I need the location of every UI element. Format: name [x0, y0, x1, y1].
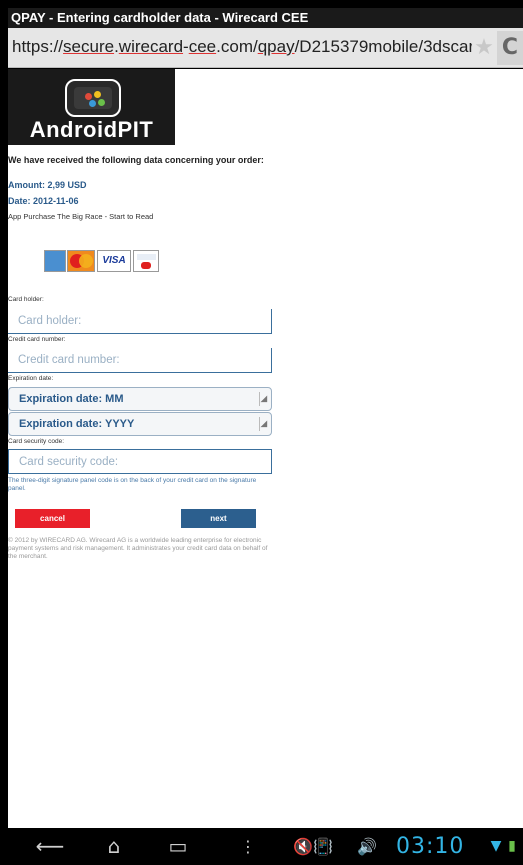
card-logos: VISA	[44, 250, 162, 272]
order-date: Date: 2012-11-06	[8, 196, 79, 206]
expiration-label: Expiration date:	[8, 375, 54, 382]
url-host-part: wirecard	[118, 37, 184, 56]
sound-icons: 🔊	[357, 837, 377, 856]
logo-dot	[94, 91, 101, 98]
security-code-hint: The three-digit signature panel code is …	[8, 477, 257, 492]
wirecard-icon	[133, 250, 159, 272]
address-bar: https://secure.wirecard-cee.com/qpay/D21…	[8, 28, 523, 68]
security-code-label: Card security code:	[8, 438, 64, 445]
expiration-month-value: Expiration date: MM	[19, 393, 124, 405]
dropdown-arrow-icon: ◢	[259, 392, 267, 406]
url-path-rest: /D215379mobile/3dscardi	[294, 37, 472, 56]
browser-title-bar: QPAY - Entering cardholder data - Wireca…	[8, 8, 523, 28]
expiration-month-select[interactable]: Expiration date: MM ◢	[8, 387, 272, 411]
url-domain-suffix: .com/	[216, 37, 258, 56]
purchase-description: App Purchase The Big Race - Start to Rea…	[8, 212, 154, 221]
logo-dot	[85, 93, 92, 100]
order-intro-text: We have received the following data conc…	[8, 155, 264, 165]
card-holder-label: Card holder:	[8, 296, 44, 303]
card-holder-input[interactable]: Card holder:	[8, 309, 272, 334]
expiration-year-value: Expiration date: YYYY	[19, 418, 135, 430]
url-host-part: cee	[188, 37, 217, 56]
home-icon[interactable]: ⌂	[94, 828, 134, 865]
url-host-part: secure	[63, 37, 115, 56]
web-page: AndroidPIT We have received the followin…	[8, 69, 523, 828]
wifi-icon: ▼	[490, 838, 502, 854]
notification-icons: 🔇📳	[293, 837, 333, 856]
logo-dot	[89, 100, 96, 107]
reload-icon[interactable]: C	[497, 31, 523, 65]
card-number-input[interactable]: Credit card number:	[8, 348, 272, 373]
cancel-button[interactable]: cancel	[15, 509, 90, 528]
menu-icon[interactable]: ⋮	[238, 828, 258, 865]
url-path-part: qpay	[257, 37, 295, 56]
url-prefix: https://	[12, 37, 64, 56]
back-icon[interactable]: ⟵	[30, 828, 70, 865]
card-number-label: Credit card number:	[8, 336, 66, 343]
mastercard-icon	[67, 250, 95, 272]
logo-text: AndroidPIT	[29, 117, 154, 142]
battery-icon: ▮	[508, 838, 516, 854]
merchant-logo: AndroidPIT	[8, 69, 175, 145]
next-button[interactable]: next	[181, 509, 256, 528]
expiration-year-select[interactable]: Expiration date: YYYY ◢	[8, 412, 272, 436]
security-code-input[interactable]: Card security code:	[8, 449, 272, 474]
system-nav-bar: ⟵ ⌂ ▭ ⋮ 🔇📳 🔊 03:10 ▼ ▮	[8, 828, 523, 865]
dropdown-arrow-icon: ◢	[259, 417, 267, 431]
star-icon[interactable]: ★	[473, 37, 495, 59]
clock: 03:10	[396, 834, 465, 859]
url-field[interactable]: https://secure.wirecard-cee.com/qpay/D21…	[12, 34, 472, 60]
order-amount: Amount: 2,99 USD	[8, 180, 87, 190]
androidpit-logo-icon	[65, 79, 121, 117]
visa-icon: VISA	[97, 250, 131, 272]
logo-dot	[98, 99, 105, 106]
amex-icon	[44, 250, 66, 272]
copyright-note: © 2012 by WIRECARD AG. Wirecard AG is a …	[8, 537, 268, 560]
recent-apps-icon[interactable]: ▭	[158, 828, 198, 865]
